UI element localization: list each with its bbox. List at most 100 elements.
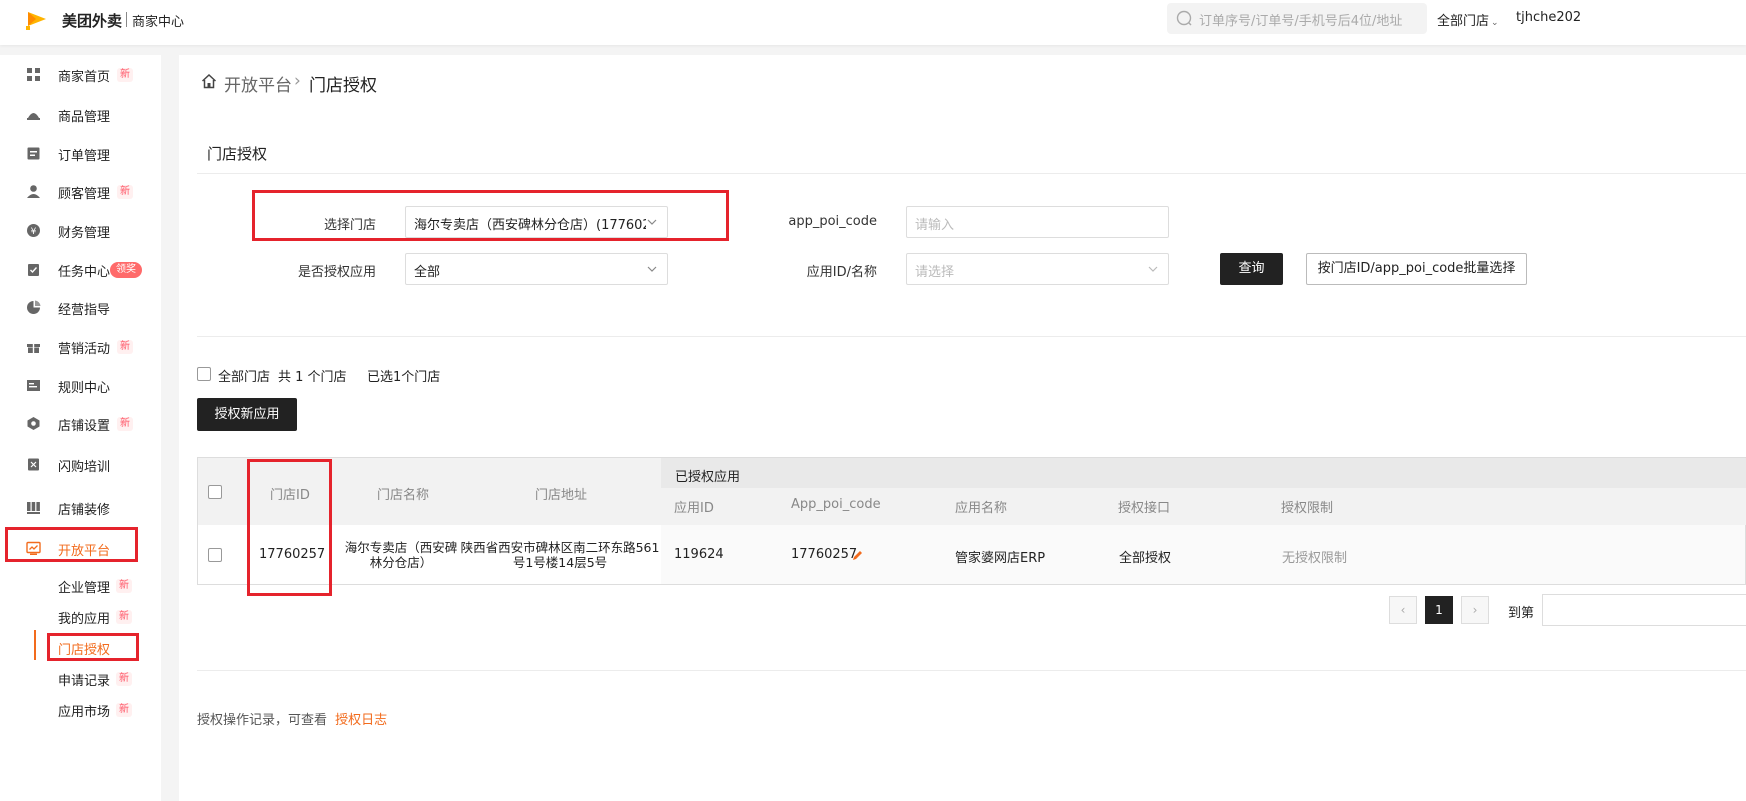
select-all-checkbox[interactable] bbox=[197, 367, 211, 381]
highlight-store-select-box bbox=[252, 190, 729, 241]
top-bar: 美团外卖 商家中心 订单序号/订单号/手机号后4位/地址 全部门店 ⌄ tjhch… bbox=[0, 0, 1746, 45]
rules-icon bbox=[27, 380, 40, 391]
sidebar-subitem-label: 企业管理 bbox=[58, 581, 111, 596]
brand-name: 美团外卖 bbox=[62, 12, 123, 30]
page-1-button[interactable]: 1 bbox=[1425, 596, 1453, 624]
store-auth-table: 门店ID 门店名称 门店地址 已授权应用 应用ID App_poi_code 应… bbox=[197, 457, 1746, 585]
sidebar-item-11[interactable]: 店铺装修 bbox=[0, 493, 161, 523]
sidebar-item-0[interactable]: 商家首页新 bbox=[0, 60, 161, 90]
app-select[interactable]: 请选择 bbox=[906, 253, 1169, 285]
row-checkbox[interactable] bbox=[208, 548, 222, 562]
sidebar-subitem-0[interactable]: 企业管理新 bbox=[0, 572, 161, 598]
auth-log-link[interactable]: 授权日志 bbox=[335, 713, 387, 728]
highlight-store-id-box bbox=[247, 459, 332, 596]
col-app-poi-code: App_poi_code bbox=[791, 497, 881, 512]
sidebar-item-label: 经营指导 bbox=[58, 303, 111, 318]
sidebar-item-badge: 新 bbox=[117, 340, 133, 354]
user-name[interactable]: tjhche202 bbox=[1516, 10, 1581, 25]
row-auth-interface: 全部授权 bbox=[1119, 551, 1172, 566]
sidebar-item-label: 闪购培训 bbox=[58, 460, 111, 475]
prev-page-button[interactable]: ‹ bbox=[1389, 596, 1417, 624]
sidebar-subitem-3[interactable]: 申请记录新 bbox=[0, 665, 161, 691]
search-icon bbox=[1176, 10, 1192, 26]
col-app-id: 应用ID bbox=[674, 501, 714, 516]
col-auth-interface: 授权接口 bbox=[1118, 501, 1171, 516]
poi-code-input[interactable]: 请输入 bbox=[906, 206, 1169, 238]
sidebar-item-label: 商品管理 bbox=[58, 110, 111, 125]
sidebar-item-label: 商家首页 bbox=[58, 70, 111, 85]
table-header-group bbox=[661, 458, 1746, 488]
sidebar-item-badge: 新 bbox=[117, 417, 133, 431]
goto-page-input[interactable] bbox=[1542, 594, 1746, 626]
sidebar-item-3[interactable]: 顾客管理新 bbox=[0, 177, 161, 207]
sidebar-subitem-4[interactable]: 应用市场新 bbox=[0, 696, 161, 722]
brand-subtitle: 商家中心 bbox=[132, 15, 185, 30]
sidebar-item-label: 订单管理 bbox=[58, 149, 111, 164]
sidebar-item-4[interactable]: ¥ 财务管理 bbox=[0, 216, 161, 246]
next-page-button[interactable]: › bbox=[1461, 596, 1489, 624]
sidebar-item-badge: 新 bbox=[117, 185, 133, 199]
sidebar-item-badge: 新 bbox=[117, 68, 133, 82]
store-settings-icon bbox=[27, 417, 40, 430]
meituan-logo-icon[interactable] bbox=[26, 8, 48, 30]
authorized-select[interactable]: 全部 bbox=[405, 253, 668, 285]
row-auth-limit: 无授权限制 bbox=[1282, 551, 1348, 566]
sidebar-item-7[interactable]: 营销活动新 bbox=[0, 332, 161, 362]
main-panel bbox=[179, 55, 1746, 801]
store-selector[interactable]: 全部门店 ⌄ bbox=[1437, 10, 1499, 29]
sidebar-subitem-1[interactable]: 我的应用新 bbox=[0, 603, 161, 629]
poi-code-label: app_poi_code bbox=[788, 214, 877, 229]
store-selector-label: 全部门店 bbox=[1437, 14, 1490, 29]
goods-icon bbox=[27, 113, 40, 120]
row-address-line1: 陕西省西安市碑林区南二环东路561 bbox=[460, 540, 660, 555]
sidebar-item-label: 营销活动 bbox=[58, 342, 111, 357]
table-row: 17760257 海尔专卖店（西安碑 林分仓店） 陕西省西安市碑林区南二环东路5… bbox=[198, 525, 1745, 584]
batch-select-button[interactable]: 按门店ID/app_poi_code批量选择 bbox=[1306, 253, 1527, 285]
divider bbox=[197, 670, 1746, 671]
row-store-address: 陕西省西安市碑林区南二环东路561 号1号楼14层5号 bbox=[460, 540, 660, 570]
sidebar-item-label: 顾客管理 bbox=[58, 187, 111, 202]
highlight-open-platform-box bbox=[5, 527, 138, 562]
sidebar-item-1[interactable]: 商品管理 bbox=[0, 100, 161, 130]
highlight-store-auth-box bbox=[47, 633, 139, 661]
order-icon bbox=[27, 147, 40, 160]
sidebar-item-label: 店铺设置 bbox=[58, 419, 111, 434]
total-count: 共 1 个门店 bbox=[278, 370, 347, 385]
home-icon[interactable] bbox=[201, 73, 217, 89]
gift-icon bbox=[27, 343, 40, 353]
row-store-name-line1: 海尔专卖店（西安碑 bbox=[344, 540, 458, 555]
row-address-line2: 号1号楼14层5号 bbox=[512, 555, 608, 570]
row-store-name-line2: 林分仓店） bbox=[369, 555, 433, 570]
auth-log-note: 授权操作记录，可查看 授权日志 bbox=[197, 709, 387, 728]
select-all-label: 全部门店 bbox=[218, 370, 271, 385]
breadcrumb-parent[interactable]: 开放平台 bbox=[224, 71, 292, 96]
authorize-new-app-button[interactable]: 授权新应用 bbox=[197, 398, 297, 431]
sidebar-item-10[interactable]: 闪购培训 bbox=[0, 450, 161, 480]
chevron-down-icon bbox=[647, 266, 657, 272]
goto-page-label: 到第 bbox=[1508, 606, 1535, 621]
sidebar-item-5[interactable]: 任务中心 领奖 bbox=[0, 255, 161, 285]
col-store-name: 门店名称 bbox=[377, 488, 430, 503]
sidebar-item-8[interactable]: 规则中心 bbox=[0, 371, 161, 401]
poi-code-placeholder: 请输入 bbox=[915, 218, 955, 233]
col-auth-limit: 授权限制 bbox=[1281, 501, 1334, 516]
section-title: 门店授权 bbox=[207, 145, 268, 163]
query-button[interactable]: 查询 bbox=[1220, 253, 1283, 285]
sidebar-subitem-label: 我的应用 bbox=[58, 612, 111, 627]
selected-count: 已选1个门店 bbox=[367, 370, 441, 385]
sidebar-subitem-label: 应用市场 bbox=[58, 705, 111, 720]
sidebar-item-9[interactable]: 店铺设置新 bbox=[0, 409, 161, 439]
header-checkbox[interactable] bbox=[208, 485, 222, 499]
sidebar-item-6[interactable]: 经营指导 bbox=[0, 293, 161, 323]
row-store-name: 海尔专卖店（西安碑 林分仓店） bbox=[338, 540, 464, 570]
app-select-placeholder: 请选择 bbox=[915, 265, 955, 280]
divider bbox=[197, 173, 1746, 174]
breadcrumb-separator: › bbox=[294, 71, 301, 91]
sidebar-item-label: 店铺装修 bbox=[58, 503, 111, 518]
breadcrumb-current: 门店授权 bbox=[309, 76, 377, 96]
sidebar-subitem-badge: 新 bbox=[116, 610, 132, 624]
row-app-id: 119624 bbox=[674, 547, 724, 562]
edit-pencil-icon[interactable] bbox=[852, 550, 863, 561]
col-store-address: 门店地址 bbox=[535, 488, 588, 503]
sidebar-item-2[interactable]: 订单管理 bbox=[0, 139, 161, 169]
